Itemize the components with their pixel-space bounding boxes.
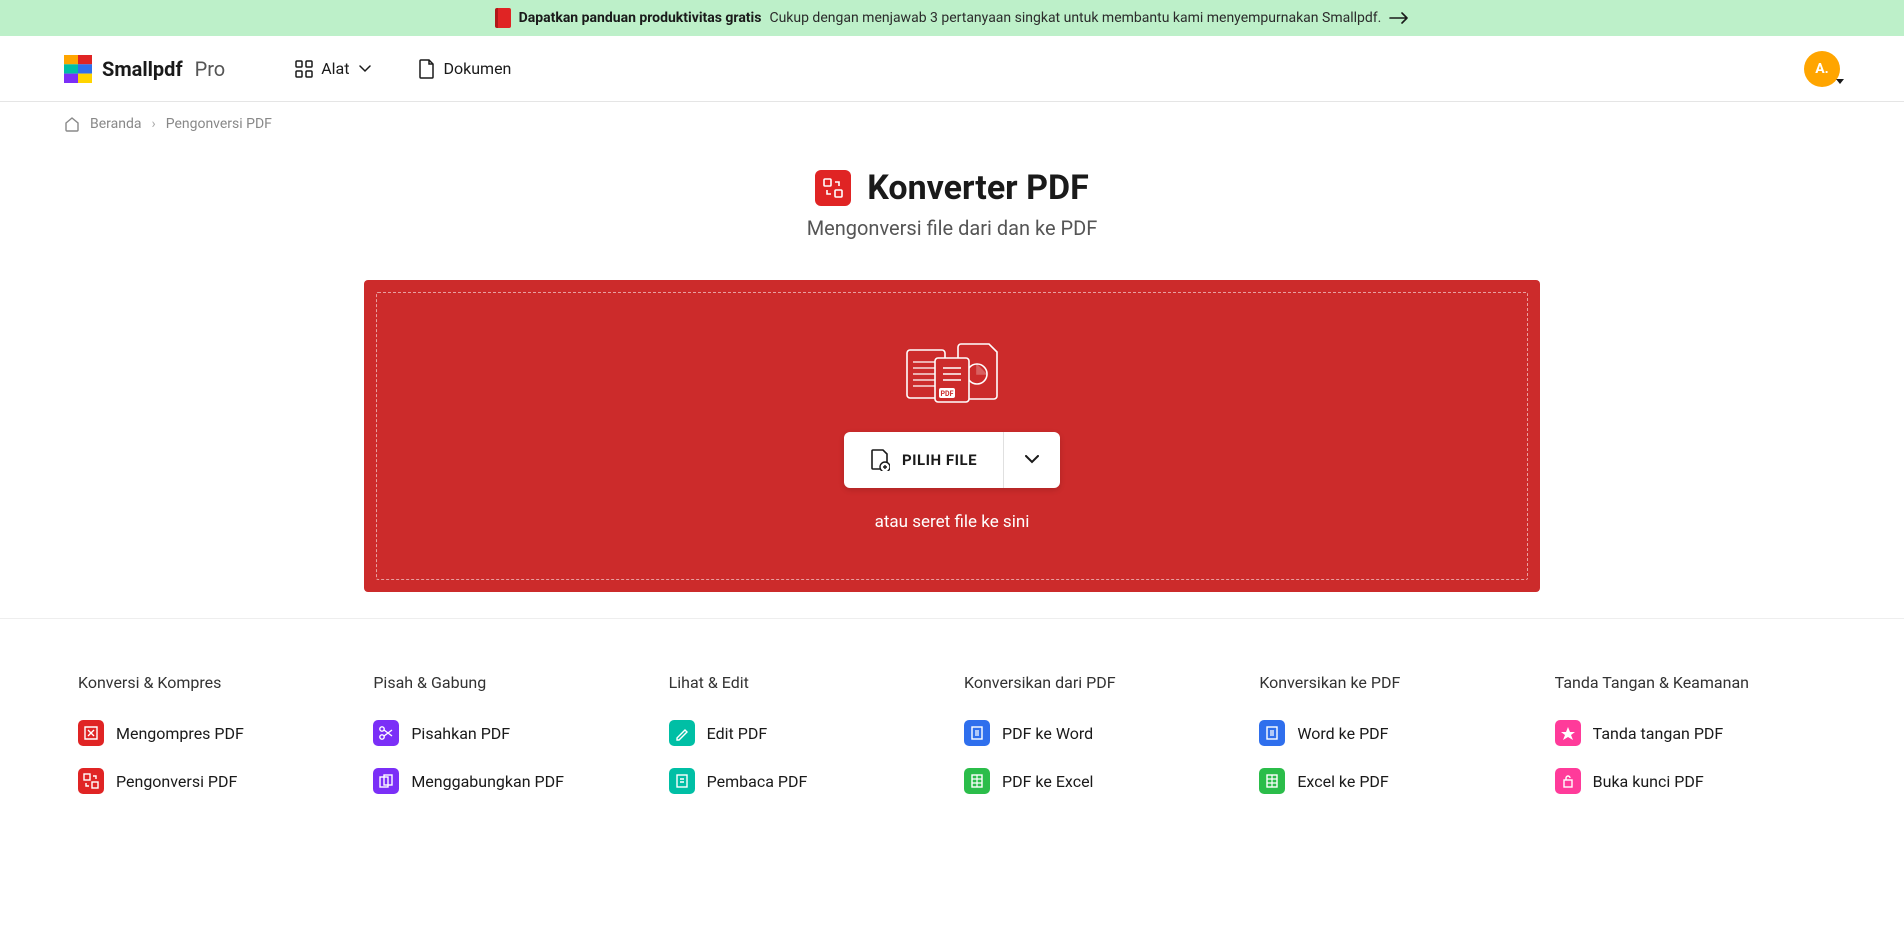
book-icon (495, 8, 511, 28)
tool-link-label: Word ke PDF (1297, 724, 1388, 743)
tool-link-label: Buka kunci PDF (1593, 772, 1704, 791)
grid-icon (295, 60, 313, 78)
choose-file-button[interactable]: PILIH FILE (844, 432, 1004, 488)
convert-icon (78, 768, 104, 794)
arrow-right-icon (1389, 12, 1409, 24)
footer-column-title: Pisah & Gabung (373, 673, 644, 692)
compress-icon (78, 720, 104, 746)
merge-icon (373, 768, 399, 794)
banner-text: Cukup dengan menjawab 3 pertanyaan singk… (769, 10, 1381, 26)
tool-link[interactable]: Edit PDF (669, 720, 940, 746)
xls-icon (964, 768, 990, 794)
xls-icon (1259, 768, 1285, 794)
nav: Alat Dokumen (295, 59, 511, 79)
banner-bold-text: Dapatkan panduan produktivitas gratis (519, 10, 762, 26)
promo-banner[interactable]: Dapatkan panduan produktivitas gratis Cu… (0, 0, 1904, 36)
footer-column-title: Konversikan ke PDF (1259, 673, 1530, 692)
footer-column: Konversikan dari PDF PDF ke Word PDF ke Ex… (964, 673, 1235, 816)
dropzone[interactable]: PDF PILIH FILE atau seret file ke sini (364, 280, 1540, 592)
nav-docs-label: Dokumen (443, 59, 511, 78)
page-hero: Konverter PDF Mengonversi file dari dan … (0, 168, 1904, 240)
avatar-initials: A. (1815, 61, 1828, 77)
footer-column: Tanda Tangan & Keamanan Tanda tangan PDF B… (1555, 673, 1826, 816)
split-icon (373, 720, 399, 746)
brand-tier: Pro (195, 57, 226, 81)
footer-column: Konversi & Kompres Mengompres PDF Pengonve… (78, 673, 349, 816)
logo-icon (64, 55, 92, 83)
file-button-group: PILIH FILE (844, 432, 1060, 488)
doc-icon (1259, 720, 1285, 746)
doc-icon (964, 720, 990, 746)
footer-column-title: Lihat & Edit (669, 673, 940, 692)
converter-icon (815, 170, 851, 206)
avatar-chevron-icon (1836, 79, 1844, 85)
footer-column-title: Konversi & Kompres (78, 673, 349, 692)
tool-link-label: Tanda tangan PDF (1593, 724, 1724, 743)
breadcrumb-home[interactable]: Beranda (90, 116, 141, 132)
footer-column: Konversikan ke PDF Word ke PDF Excel ke PD… (1259, 673, 1530, 816)
unlock-icon (1555, 768, 1581, 794)
tool-link-label: PDF ke Excel (1002, 772, 1093, 791)
chevron-down-icon (359, 65, 371, 73)
tool-link[interactable]: Pembaca PDF (669, 768, 940, 794)
tool-link-label: PDF ke Word (1002, 724, 1093, 743)
tool-link[interactable]: Buka kunci PDF (1555, 768, 1826, 794)
read-icon (669, 768, 695, 794)
page-title: Konverter PDF (867, 168, 1089, 208)
nav-tools[interactable]: Alat (295, 59, 371, 78)
brand-name: Smallpdf (102, 57, 183, 81)
drag-hint: atau seret file ke sini (875, 512, 1030, 532)
tool-link-label: Pisahkan PDF (411, 724, 510, 743)
footer-column: Lihat & Edit Edit PDF Pembaca PDF (669, 673, 940, 816)
tool-link[interactable]: PDF ke Word (964, 720, 1235, 746)
brand[interactable]: Smallpdf Pro (64, 55, 225, 83)
avatar[interactable]: A. (1804, 51, 1840, 87)
sign-icon (1555, 720, 1581, 746)
tool-link[interactable]: Excel ke PDF (1259, 768, 1530, 794)
svg-text:PDF: PDF (941, 390, 954, 398)
tool-link[interactable]: Word ke PDF (1259, 720, 1530, 746)
page-subtitle: Mengonversi file dari dan ke PDF (0, 216, 1904, 240)
choose-file-label: PILIH FILE (902, 451, 977, 469)
footer-column-title: Tanda Tangan & Keamanan (1555, 673, 1826, 692)
footer-column-title: Konversikan dari PDF (964, 673, 1235, 692)
tool-link[interactable]: Mengompres PDF (78, 720, 349, 746)
home-icon (64, 116, 80, 132)
nav-documents[interactable]: Dokumen (419, 59, 511, 79)
tool-link-label: Pengonversi PDF (116, 772, 237, 791)
tool-link-label: Mengompres PDF (116, 724, 244, 743)
document-icon (419, 59, 435, 79)
tool-link-label: Edit PDF (707, 724, 768, 743)
tool-link[interactable]: Menggabungkan PDF (373, 768, 644, 794)
header: Smallpdf Pro Alat Dokumen A. (0, 36, 1904, 102)
tool-link[interactable]: PDF ke Excel (964, 768, 1235, 794)
breadcrumb: Beranda › Pengonversi PDF (0, 102, 1904, 146)
footer-column: Pisah & Gabung Pisahkan PDF Menggabungkan … (373, 673, 644, 816)
dropzone-inner: PDF PILIH FILE atau seret file ke sini (376, 292, 1528, 580)
file-add-icon (870, 449, 890, 471)
chevron-down-icon (1025, 455, 1039, 465)
edit-icon (669, 720, 695, 746)
tool-link-label: Excel ke PDF (1297, 772, 1388, 791)
tool-link[interactable]: Tanda tangan PDF (1555, 720, 1826, 746)
tools-footer: Konversi & Kompres Mengompres PDF Pengonve… (0, 618, 1904, 816)
breadcrumb-current: Pengonversi PDF (166, 116, 272, 132)
tool-link[interactable]: Pisahkan PDF (373, 720, 644, 746)
tool-link-label: Menggabungkan PDF (411, 772, 564, 791)
choose-file-dropdown[interactable] (1004, 432, 1060, 488)
breadcrumb-separator: › (151, 116, 155, 132)
tool-link-label: Pembaca PDF (707, 772, 808, 791)
tool-link[interactable]: Pengonversi PDF (78, 768, 349, 794)
nav-tools-label: Alat (321, 59, 349, 78)
files-icon: PDF (903, 340, 1001, 404)
